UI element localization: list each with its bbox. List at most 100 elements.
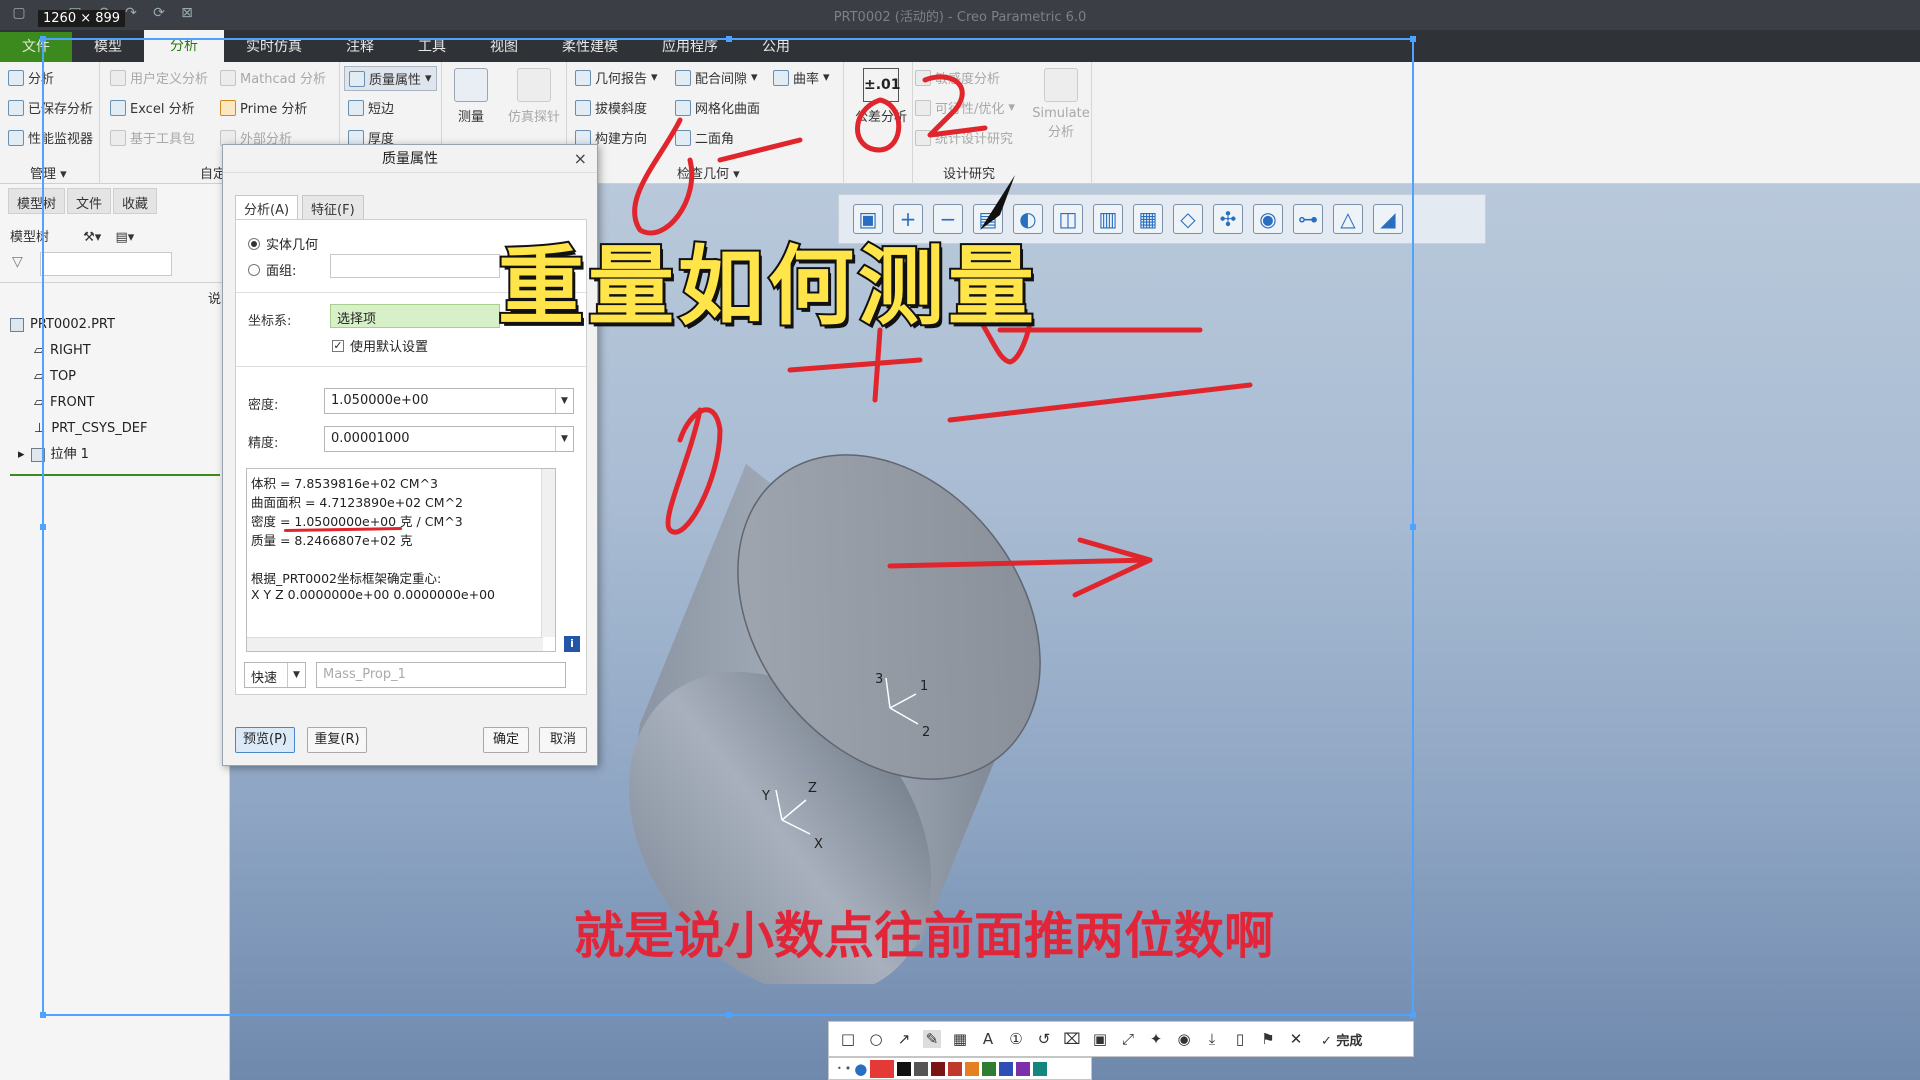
use-default-checkbox[interactable]: ✓ 使用默认设置 [332,336,428,355]
analysis-name-input[interactable]: Mass_Prop_1 [316,662,566,688]
tab-model-tree[interactable]: 模型树 [8,188,66,214]
repeat-button[interactable]: 重复(R) [307,727,367,753]
user-defined-analysis-button[interactable]: 用户定义分析 [110,68,208,87]
selected-color-swatch[interactable] [870,1059,895,1078]
tab-live-simulation[interactable]: 实时仿真 [224,32,324,62]
horizontal-scrollbar[interactable] [247,637,543,651]
color-swatch[interactable] [897,1061,912,1076]
tree-settings-icon[interactable]: ⚒▾ [83,230,101,245]
download-icon[interactable]: ⤓ [1203,1030,1221,1048]
measure-button[interactable]: 测量 [446,68,496,125]
expand-arrow-icon[interactable]: ▸ [18,442,25,468]
saved-orientations-icon[interactable]: ◫ [1053,204,1083,234]
tab-analysis[interactable]: 分析 [144,30,224,62]
tree-node-front[interactable]: ▱ FRONT [0,390,230,416]
sketch-view-icon[interactable]: △ [1333,204,1363,234]
prime-analysis-button[interactable]: Prime 分析 [220,98,307,117]
color-swatch[interactable] [914,1061,929,1076]
mass-properties-button[interactable]: 质量属性 ▾ [344,66,437,91]
section-icon[interactable]: ◇ [1173,204,1203,234]
bookmark-icon[interactable]: ⚑ [1259,1030,1277,1048]
vertical-scrollbar[interactable] [541,469,555,637]
tab-model[interactable]: 模型 [72,32,144,62]
color-swatch[interactable] [965,1061,980,1076]
tab-utilities[interactable]: 公用 [740,32,812,62]
spin-center-icon[interactable]: ⊶ [1293,204,1323,234]
tab-favorites[interactable]: 收藏 [113,188,158,214]
tab-file[interactable]: 文件 [0,32,72,62]
tab-feature-dialog[interactable]: 特征(F) [302,195,364,222]
statistical-design-study-button[interactable]: 统计设计研究 [915,128,1013,147]
tolerance-analysis-button[interactable]: ±.01 公差分析 [852,68,910,125]
tree-node-part[interactable]: PRT0002.PRT [0,312,230,338]
tab-flexible-modeling[interactable]: 柔性建模 [540,32,640,62]
geometry-report-button[interactable]: 几何报告 ▾ [575,68,658,87]
tab-folder-browser[interactable]: 文件 [67,188,112,214]
color-swatch[interactable] [1033,1061,1048,1076]
mosaic-tool-icon[interactable]: ▦ [951,1030,969,1048]
tree-node-right[interactable]: ▱ RIGHT [0,338,230,364]
color-swatch[interactable] [999,1061,1014,1076]
tab-view[interactable]: 视图 [468,32,540,62]
analysis-mode-select[interactable]: 快速 ▼ [244,662,306,688]
pen-size-dot[interactable]: • [845,1062,852,1075]
tab-applications[interactable]: 应用程序 [640,32,740,62]
info-icon[interactable]: i [564,636,580,652]
mating-clearance-button[interactable]: 配合间隙 ▾ [675,68,758,87]
ellipse-tool-icon[interactable]: ○ [867,1030,885,1048]
number-tool-icon[interactable]: ① [1007,1030,1025,1048]
dihedral-angle-button[interactable]: 二面角 [675,128,734,147]
record-icon[interactable]: ◉ [1175,1030,1193,1048]
tab-tools[interactable]: 工具 [396,32,468,62]
radio-unselected[interactable] [248,263,260,276]
ocr-icon[interactable]: ▣ [1091,1030,1109,1048]
tree-show-icon[interactable]: ▤▾ [115,230,134,245]
undo-icon[interactable]: ↺ [1035,1030,1053,1048]
short-edge-button[interactable]: 短边 [348,98,394,117]
perspective-icon[interactable]: ▦ [1133,204,1163,234]
density-field[interactable]: 1.050000e+00 ▼ [324,388,574,414]
sim-probe-button[interactable]: 仿真探针 [504,68,564,125]
chevron-down-icon[interactable]: ▼ [287,663,305,687]
chevron-down-icon[interactable]: ▼ [555,389,573,413]
toolkit-analysis-button[interactable]: 基于工具包 [110,128,195,147]
color-swatch[interactable] [948,1061,963,1076]
text-tool-icon[interactable]: A [979,1030,997,1048]
tab-annotate[interactable]: 注释 [324,32,396,62]
tree-node-top[interactable]: ▱ TOP [0,364,230,390]
accuracy-field[interactable]: 0.00001000 ▼ [324,426,574,452]
ok-button[interactable]: 确定 [483,727,529,753]
tree-node-csys[interactable]: ⊥ PRT_CSYS_DEF [0,416,230,442]
pen-size-dot[interactable]: ● [854,1060,867,1078]
performance-monitor-button[interactable]: 性能监视器 [8,128,93,147]
done-button[interactable]: ✓ 完成 [1321,1030,1362,1049]
pin-to-screen-icon[interactable]: ✦ [1147,1030,1165,1048]
quilt-collector[interactable] [330,254,500,278]
color-swatch[interactable] [982,1061,997,1076]
analysis-button[interactable]: 分析 [8,68,54,87]
radio-selected[interactable] [248,237,260,250]
dialog-title-bar[interactable]: 质量属性 × [223,145,597,173]
close-icon[interactable]: ✕ [1287,1030,1305,1048]
chevron-down-icon[interactable]: ▼ [555,427,573,451]
group-label-inspect-geometry[interactable]: 检查几何 ▾ [677,163,740,182]
tree-search-input[interactable] [40,252,172,276]
view-manager-icon[interactable]: ▥ [1093,204,1123,234]
feasibility-optimization-button[interactable]: 可行性/优化 ▾ [915,98,1015,117]
saved-analysis-button[interactable]: 已保存分析 [8,98,93,117]
color-swatch[interactable] [931,1061,946,1076]
close-icon[interactable]: × [574,145,587,173]
tree-node-extrude[interactable]: ▸ 拉伸 1 [0,442,230,468]
results-area[interactable]: 体积 = 7.8539816e+02 CM^3 曲面面积 = 4.7123890… [246,468,556,652]
pen-tool-icon[interactable]: ✎ [923,1030,941,1048]
pen-size-dot[interactable]: • [837,1064,842,1073]
color-swatch[interactable] [1016,1061,1031,1076]
meshed-surface-button[interactable]: 网格化曲面 [675,98,760,117]
checkbox-checked-icon[interactable]: ✓ [332,339,344,352]
tab-analysis-dialog[interactable]: 分析(A) [235,195,299,222]
group-label-manage[interactable]: 管理 ▾ [30,163,67,182]
csys-collector[interactable]: 选择项 [330,304,500,328]
filter-icon[interactable]: ▽ [12,254,23,270]
more-tools-icon[interactable]: ◢ [1373,204,1403,234]
sensitivity-analysis-button[interactable]: 敏感度分析 [915,68,1000,87]
